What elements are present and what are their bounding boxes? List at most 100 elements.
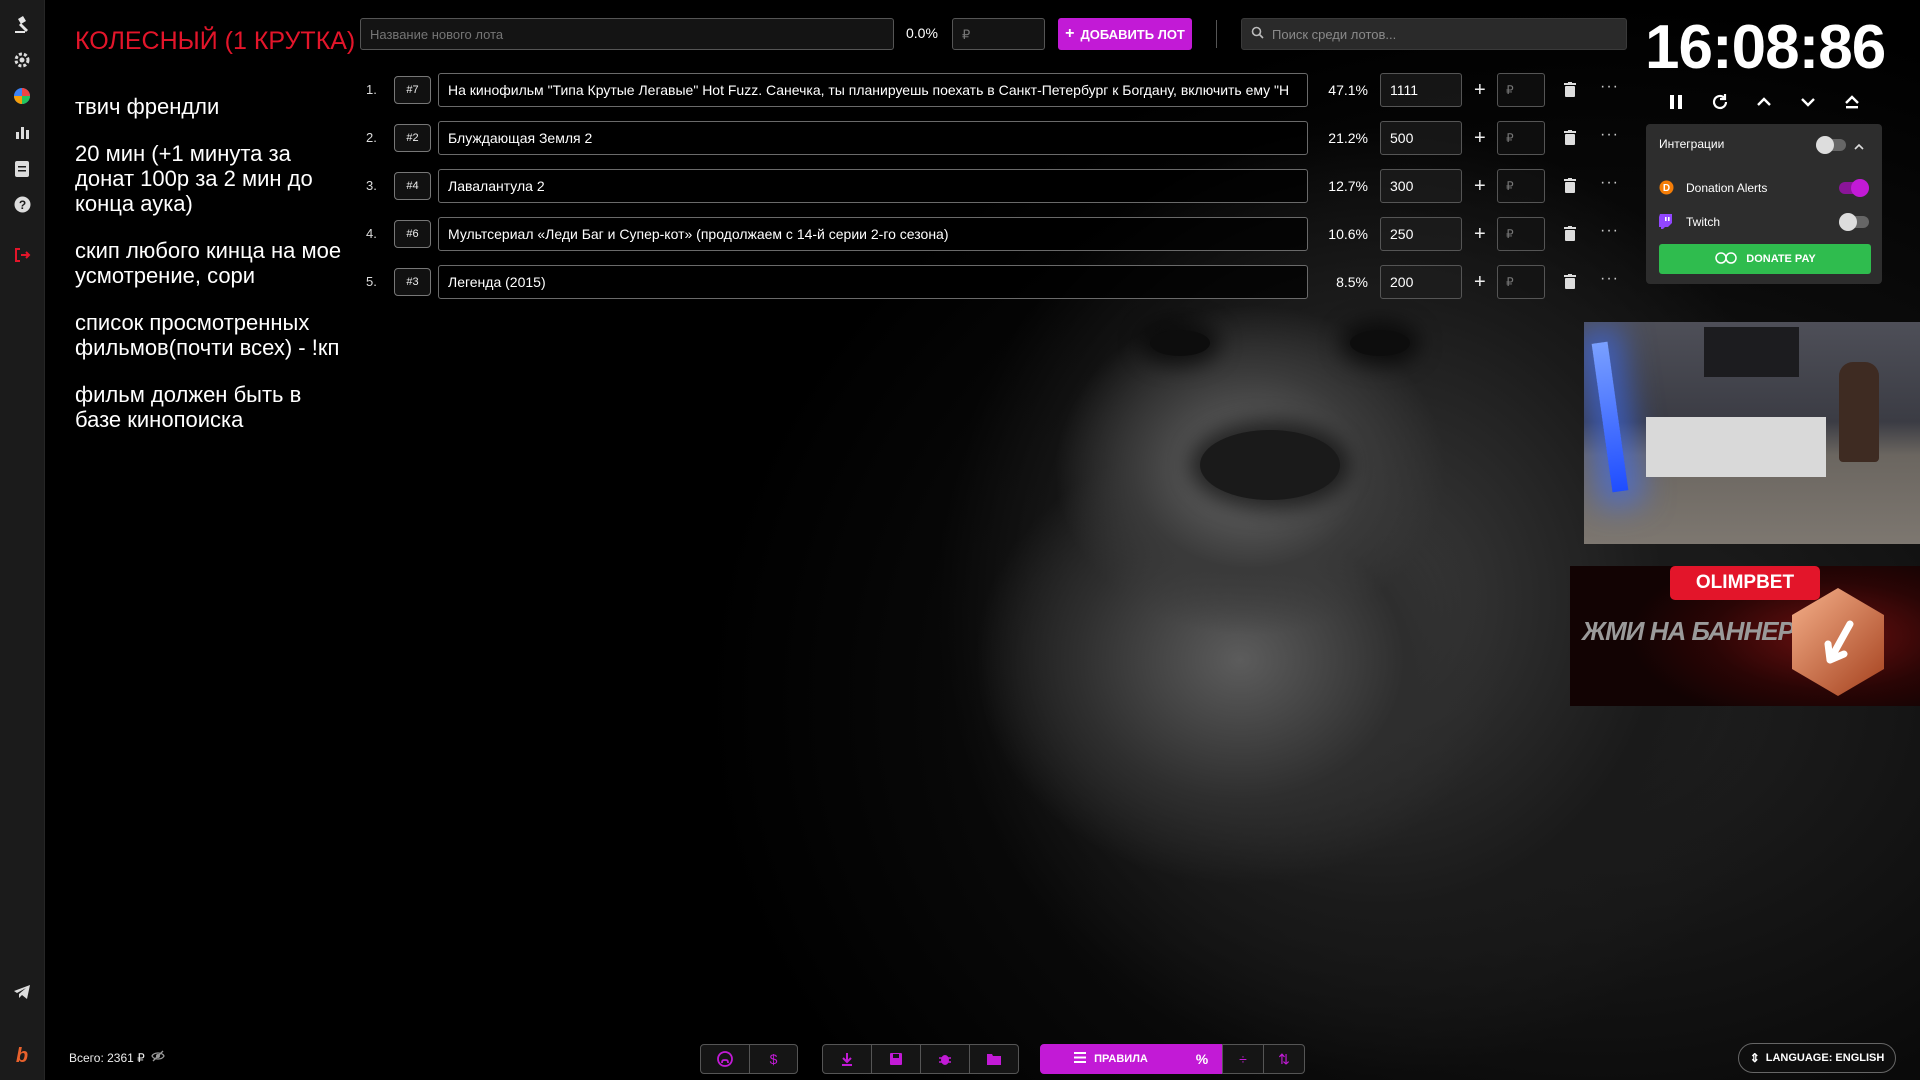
lot-extra-amount-input[interactable]: ₽	[1497, 121, 1545, 155]
add-amount-plus-icon[interactable]: +	[1474, 271, 1486, 294]
delete-trash-icon[interactable]	[1564, 226, 1576, 241]
lot-id-badge[interactable]: #6	[394, 220, 431, 248]
language-switcher[interactable]: ⇕ LANGUAGE: ENGLISH	[1738, 1043, 1896, 1073]
more-options-icon[interactable]: ···	[1600, 78, 1619, 96]
lot-row: 4. #6 Мультсериал «Леди Баг и Супер-кот»…	[360, 217, 1620, 251]
svg-text:?: ?	[18, 198, 25, 212]
new-lot-name-input[interactable]	[360, 18, 894, 50]
lot-percent: 12.7%	[1328, 178, 1368, 194]
bar-chart-icon[interactable]	[10, 120, 34, 144]
lot-amount[interactable]: 250	[1380, 217, 1462, 251]
double-chevron-up-icon[interactable]	[1838, 88, 1866, 116]
twitch-toggle[interactable]	[1839, 213, 1869, 231]
reset-icon[interactable]	[1706, 88, 1734, 116]
new-lot-percent: 0.0%	[906, 25, 938, 41]
lot-name-input[interactable]: Мультсериал «Леди Баг и Супер-кот» (прод…	[438, 217, 1308, 251]
ad-brand: OLIMPBET	[1670, 566, 1820, 600]
note-item: твич френдли	[75, 94, 220, 119]
search-placeholder: Поиск среди лотов...	[1272, 26, 1397, 42]
delete-trash-icon[interactable]	[1564, 178, 1576, 193]
search-icon	[1251, 26, 1264, 42]
note-item: список просмотренных фильмов(почти всех)…	[75, 310, 340, 360]
olimpbet-ad-banner[interactable]: OLIMPBET ЖМИ НА БАННЕР	[1570, 566, 1920, 706]
lot-amount[interactable]: 200	[1380, 265, 1462, 299]
lot-name-input[interactable]: Блуждающая Земля 2	[438, 121, 1308, 155]
lot-extra-amount-input[interactable]: ₽	[1497, 265, 1545, 299]
lot-name-input[interactable]: На кинофильм "Типа Крутые Легавые" Hot F…	[438, 73, 1308, 107]
donate-pay-button[interactable]: DONATE PAY	[1659, 244, 1871, 274]
collapse-chevron-icon[interactable]	[1854, 137, 1864, 155]
add-lot-label: ДОБАВИТЬ ЛОТ	[1080, 26, 1185, 42]
add-amount-plus-icon[interactable]: +	[1474, 127, 1486, 150]
more-options-icon[interactable]: ···	[1600, 222, 1619, 240]
percent-toggle-icon[interactable]: %	[1181, 1044, 1223, 1074]
settings-icon[interactable]	[10, 48, 34, 72]
app-root: ? b КОЛЕСНЫЙ (1 КРУТКА) твич френдли 20 …	[0, 0, 1920, 1080]
donation-alerts-label: Donation Alerts	[1686, 181, 1768, 195]
more-options-icon[interactable]: ···	[1600, 126, 1619, 144]
sort-icon[interactable]: ⇅	[1263, 1044, 1305, 1074]
lot-id-badge[interactable]: #2	[394, 124, 431, 152]
hide-eye-icon[interactable]	[151, 1050, 165, 1065]
divide-icon[interactable]: ÷	[1222, 1044, 1264, 1074]
gavel-icon[interactable]	[10, 12, 34, 36]
more-options-icon[interactable]: ···	[1600, 270, 1619, 288]
save-icon[interactable]	[871, 1044, 921, 1074]
new-lot-amount-input[interactable]	[952, 18, 1045, 50]
lot-amount[interactable]: 500	[1380, 121, 1462, 155]
donate-dollar-icon[interactable]: $	[749, 1044, 798, 1074]
rules-label: ПРАВИЛА	[1094, 1053, 1148, 1065]
lot-id-badge[interactable]: #3	[394, 268, 431, 296]
download-icon[interactable]	[822, 1044, 872, 1074]
lot-name-input[interactable]: Легенда (2015)	[438, 265, 1308, 299]
telegram-icon[interactable]	[10, 980, 34, 1004]
add-lot-button[interactable]: + ДОБАВИТЬ ЛОТ	[1058, 18, 1192, 50]
pause-icon[interactable]	[1662, 88, 1690, 116]
bug-icon[interactable]	[920, 1044, 970, 1074]
integrations-toggle[interactable]	[1816, 136, 1846, 154]
ad-cta: ЖМИ НА БАННЕР	[1582, 616, 1795, 646]
add-amount-plus-icon[interactable]: +	[1474, 79, 1486, 102]
delete-trash-icon[interactable]	[1564, 130, 1576, 145]
lot-extra-amount-input[interactable]: ₽	[1497, 217, 1545, 251]
folder-icon[interactable]	[969, 1044, 1019, 1074]
lot-percent: 21.2%	[1328, 130, 1368, 146]
chevron-down-icon[interactable]	[1794, 88, 1822, 116]
total-sum: Всего: 2361 ₽	[69, 1050, 165, 1065]
note-item: фильм должен быть в базе кинопоиска	[75, 382, 302, 432]
lot-amount[interactable]: 300	[1380, 169, 1462, 203]
lot-extra-amount-input[interactable]: ₽	[1497, 73, 1545, 107]
lot-amount[interactable]: 1111	[1380, 73, 1462, 107]
github-icon[interactable]	[700, 1044, 750, 1074]
twitch-icon	[1659, 214, 1673, 234]
lot-id-badge[interactable]: #7	[394, 76, 431, 104]
list-icon	[1074, 1052, 1087, 1066]
lot-search-field[interactable]: Поиск среди лотов...	[1241, 18, 1627, 50]
delete-trash-icon[interactable]	[1564, 274, 1576, 289]
delete-trash-icon[interactable]	[1564, 82, 1576, 97]
auction-timer: 16:08:86	[1645, 13, 1886, 82]
chevron-up-icon[interactable]	[1750, 88, 1778, 116]
wall-tv	[1704, 327, 1799, 377]
logout-icon[interactable]	[10, 243, 34, 267]
add-amount-plus-icon[interactable]: +	[1474, 223, 1486, 246]
donation-alerts-toggle[interactable]	[1839, 179, 1869, 197]
sort-arrows-icon: ⇕	[1749, 1051, 1760, 1065]
lot-id-badge[interactable]: #4	[394, 172, 431, 200]
svg-text:D: D	[1663, 183, 1670, 194]
brand-logo-icon[interactable]: b	[10, 1044, 34, 1068]
rules-button[interactable]: ПРАВИЛА	[1040, 1044, 1182, 1074]
more-options-icon[interactable]: ···	[1600, 174, 1619, 192]
help-icon[interactable]: ?	[10, 192, 34, 216]
ape-eye-left	[1150, 330, 1210, 356]
clipboard-icon[interactable]	[10, 156, 34, 180]
pie-chart-icon[interactable]	[10, 84, 34, 108]
rules-notes: твич френдли 20 мин (+1 минута за донат …	[75, 94, 345, 454]
add-amount-plus-icon[interactable]: +	[1474, 175, 1486, 198]
lot-name-input[interactable]: Лавалантула 2	[438, 169, 1308, 203]
lot-extra-amount-input[interactable]: ₽	[1497, 169, 1545, 203]
donate-pay-logo-icon	[1714, 251, 1738, 267]
lot-position: 3.	[366, 178, 377, 193]
lot-percent: 10.6%	[1328, 226, 1368, 242]
lot-position: 5.	[366, 274, 377, 289]
